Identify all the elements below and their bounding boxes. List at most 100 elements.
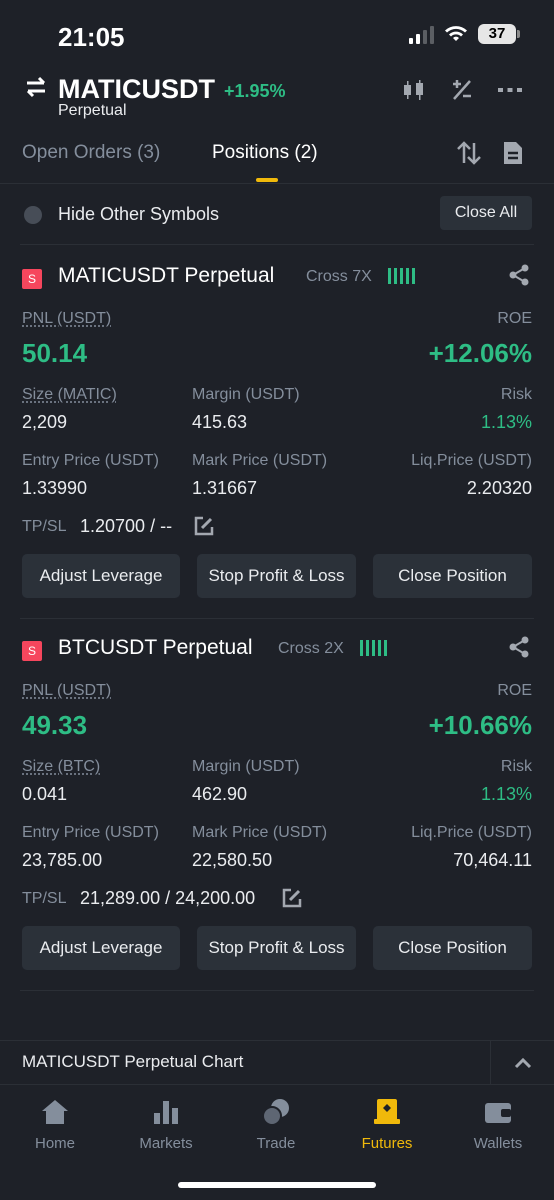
symbol-title[interactable]: MATICUSDT — [58, 74, 215, 105]
size-value: 0.041 — [22, 784, 68, 804]
adjust-leverage-button[interactable]: Adjust Leverage — [22, 554, 180, 598]
home-icon — [42, 1100, 68, 1124]
symbol-change: +1.95% — [224, 81, 286, 101]
more-icon[interactable] — [496, 78, 524, 102]
orders-tabs: Open Orders (3) Positions (2) — [0, 138, 554, 184]
share-icon[interactable] — [508, 264, 530, 286]
nav-label: Trade — [256, 1135, 296, 1152]
position-card: S BTCUSDT Perpetual Cross 2X PNL (USDT) … — [0, 636, 554, 996]
adjust-leverage-button[interactable]: Adjust Leverage — [22, 926, 180, 970]
divider — [20, 990, 534, 991]
chart-label: MATICUSDT Perpetual Chart — [22, 1052, 244, 1071]
risk-value: 1.13% — [480, 412, 532, 432]
margin-value: 415.63 — [192, 412, 248, 432]
mark-price-value: 22,580.50 — [192, 850, 273, 870]
nav-label: Wallets — [473, 1135, 523, 1152]
entry-price-label: Entry Price (USDT) — [22, 452, 159, 469]
liq-price-value: 2.20320 — [466, 478, 532, 498]
mark-price-value: 1.31667 — [192, 478, 258, 498]
nav-home[interactable]: Home — [5, 1097, 105, 1152]
risk-label: Risk — [500, 758, 532, 775]
margin-label: Margin (USDT) — [192, 758, 300, 775]
markets-icon — [154, 1101, 178, 1124]
leverage-bars-icon — [360, 640, 387, 656]
battery-icon: 37 — [478, 24, 520, 44]
header-actions — [400, 78, 524, 102]
roe-label: ROE — [497, 682, 532, 699]
tab-open-orders[interactable]: Open Orders (3) — [22, 142, 160, 164]
futures-icon — [374, 1099, 400, 1124]
pnl-value: 49.33 — [22, 710, 88, 740]
nav-label: Futures — [361, 1135, 413, 1152]
share-icon[interactable] — [508, 636, 530, 658]
nav-futures[interactable]: Futures — [337, 1097, 437, 1152]
nav-wallets[interactable]: Wallets — [448, 1097, 548, 1152]
signal-icon — [409, 24, 434, 44]
entry-price-value: 1.33990 — [22, 478, 88, 498]
close-all-button[interactable]: Close All — [440, 196, 532, 230]
chevron-up-icon — [514, 1057, 531, 1069]
nav-label: Markets — [139, 1135, 193, 1152]
edit-icon[interactable] — [282, 888, 302, 908]
liq-price-value: 70,464.11 — [453, 850, 532, 870]
sort-icon[interactable] — [456, 140, 482, 166]
home-indicator — [178, 1182, 376, 1188]
nav-label: Home — [34, 1135, 75, 1152]
close-position-button[interactable]: Close Position — [373, 554, 532, 598]
nav-markets[interactable]: Markets — [116, 1097, 216, 1152]
nav-trade[interactable]: Trade — [226, 1097, 326, 1152]
divider — [20, 618, 534, 619]
stop-profit-loss-button[interactable]: Stop Profit & Loss — [197, 554, 356, 598]
side-badge: S — [22, 641, 42, 661]
tpsl-label: TP/SL — [22, 518, 67, 535]
size-value: 2,209 — [22, 412, 68, 432]
trade-icon — [262, 1099, 289, 1126]
status-icons: 37 — [409, 24, 520, 44]
swap-icon[interactable] — [24, 76, 48, 98]
tab-positions[interactable]: Positions (2) — [212, 142, 318, 164]
risk-value: 1.13% — [480, 784, 532, 804]
entry-price-value: 23,785.00 — [22, 850, 103, 870]
pnl-label: PNL (USDT) — [22, 310, 112, 327]
margin-label: Margin (USDT) — [192, 386, 300, 403]
contract-type: Perpetual — [58, 102, 127, 119]
close-position-button[interactable]: Close Position — [373, 926, 532, 970]
position-card: S MATICUSDT Perpetual Cross 7X PNL (USDT… — [0, 264, 554, 624]
roe-value: +12.06% — [428, 338, 532, 368]
margin-mode: Cross 7X — [306, 268, 372, 285]
margin-value: 462.90 — [192, 784, 248, 804]
tpsl-label: TP/SL — [22, 890, 67, 907]
tpsl-value: 21,289.00 / 24,200.00 — [80, 888, 256, 908]
stop-profit-loss-button[interactable]: Stop Profit & Loss — [197, 926, 356, 970]
symbol-header: MATICUSDT +1.95% Perpetual — [0, 72, 554, 122]
pnl-value: 50.14 — [22, 338, 88, 368]
divider — [20, 244, 534, 245]
calculator-icon[interactable] — [448, 78, 476, 102]
roe-label: ROE — [497, 310, 532, 327]
chart-drawer[interactable]: MATICUSDT Perpetual Chart — [0, 1040, 554, 1085]
chart-toggle[interactable] — [490, 1041, 554, 1085]
hide-symbols-radio[interactable] — [24, 206, 42, 224]
size-label: Size (BTC) — [22, 758, 101, 775]
tabs-actions — [456, 140, 524, 166]
tpsl-value: 1.20700 / -- — [80, 516, 173, 536]
wallets-icon — [485, 1103, 511, 1123]
position-title[interactable]: MATICUSDT Perpetual — [58, 264, 274, 288]
position-title[interactable]: BTCUSDT Perpetual — [58, 636, 253, 660]
hide-symbols-label[interactable]: Hide Other Symbols — [58, 204, 219, 225]
risk-label: Risk — [500, 386, 532, 403]
leverage-bars-icon — [388, 268, 415, 284]
liq-price-label: Liq.Price (USDT) — [411, 452, 532, 469]
edit-icon[interactable] — [194, 516, 214, 536]
filter-row: Hide Other Symbols Close All — [0, 196, 554, 244]
entry-price-label: Entry Price (USDT) — [22, 824, 159, 841]
candlestick-icon[interactable] — [400, 78, 428, 102]
size-label: Size (MATIC) — [22, 386, 117, 403]
active-tab-indicator — [256, 178, 278, 182]
document-icon[interactable] — [502, 140, 524, 166]
pnl-label: PNL (USDT) — [22, 682, 112, 699]
roe-value: +10.66% — [428, 710, 532, 740]
mark-price-label: Mark Price (USDT) — [192, 452, 328, 469]
status-time: 21:05 — [58, 22, 125, 52]
liq-price-label: Liq.Price (USDT) — [411, 824, 532, 841]
